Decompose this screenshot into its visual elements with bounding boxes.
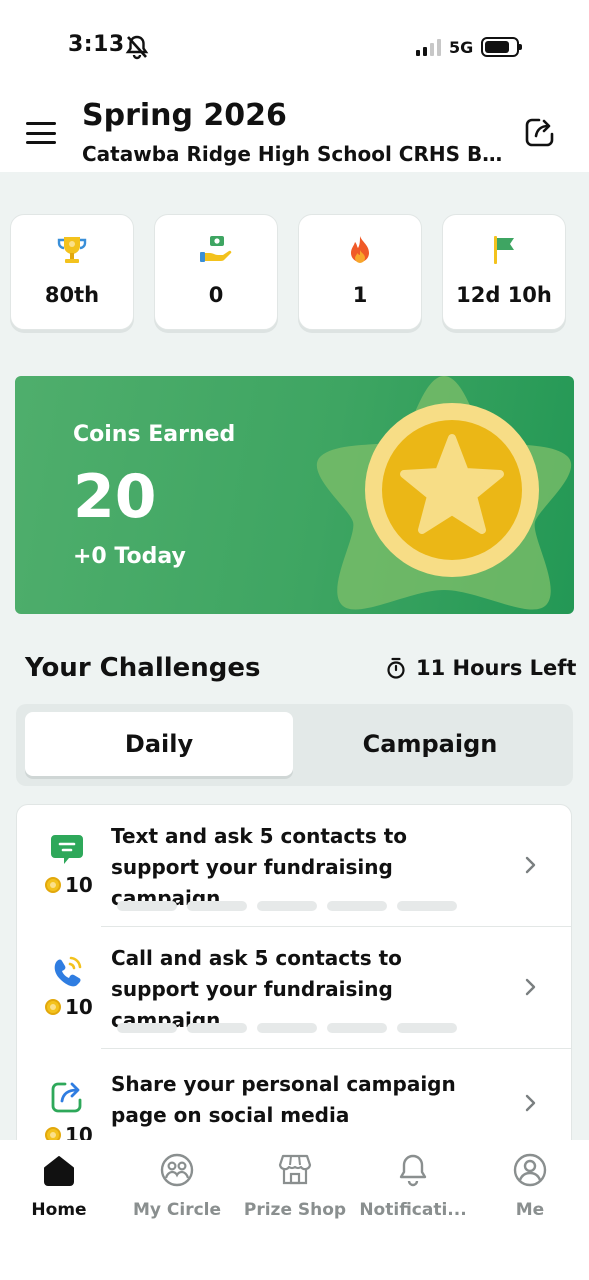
main-content: 80th 0 1 12d 10h Coins Earned 20 +0 Toda… [0, 172, 589, 1140]
time-left-label: 11 Hours Left [416, 656, 577, 680]
school-name: Catawba Ridge High School CRHS BE... [82, 142, 512, 166]
profile-icon [513, 1153, 547, 1187]
network-label: 5G [449, 37, 474, 57]
tab-me[interactable]: Me [471, 1152, 589, 1220]
points-value: 10 [65, 1123, 93, 1140]
chevron-right-icon [525, 1094, 536, 1112]
header: Spring 2026 Catawba Ridge High School CR… [0, 92, 589, 172]
challenge-list: 10 Text and ask 5 contacts to support yo… [16, 804, 572, 1140]
challenge-progress [117, 901, 457, 911]
text-message-icon [51, 835, 83, 864]
chevron-right-icon [525, 856, 536, 874]
challenge-points: 10 [45, 873, 93, 897]
coins-earned-value: 20 [73, 462, 157, 532]
battery-icon [481, 37, 523, 57]
phone-call-icon [54, 956, 82, 987]
status-time: 3:13 [68, 32, 125, 57]
tab-campaign[interactable]: Campaign [296, 712, 564, 776]
points-value: 10 [65, 873, 93, 897]
tab-label: Home [31, 1200, 87, 1220]
stat-card-time-left[interactable]: 12d 10h [442, 214, 566, 330]
stat-time-left-value: 12d 10h [456, 283, 552, 307]
points-value: 10 [65, 995, 93, 1019]
star-coin-icon [316, 376, 572, 610]
challenge-tabs: Daily Campaign [16, 704, 573, 786]
chevron-right-icon [525, 978, 536, 996]
challenge-points: 10 [45, 1123, 93, 1140]
share-icon [51, 1082, 82, 1113]
time-left: 11 Hours Left [386, 656, 576, 680]
stat-card-streak[interactable]: 1 [298, 214, 422, 330]
challenge-item-text[interactable]: 10 Text and ask 5 contacts to support yo… [17, 805, 571, 927]
challenge-progress [117, 1023, 457, 1033]
share-icon[interactable] [522, 114, 558, 150]
tab-label: Me [515, 1200, 545, 1220]
trophy-icon [57, 237, 87, 263]
stat-rank-value: 80th [44, 283, 100, 307]
page-title: Spring 2026 [82, 98, 287, 133]
status-indicators: 5G [416, 36, 523, 58]
stat-card-rank[interactable]: 80th [10, 214, 134, 330]
coins-earned-label: Coins Earned [73, 422, 236, 447]
status-bar: 3:13 5G [0, 0, 589, 92]
tab-home[interactable]: Home [0, 1152, 118, 1220]
hand-money-icon [200, 236, 232, 262]
coins-today: +0 Today [73, 544, 186, 569]
challenge-text: Share your personal campaign page on soc… [111, 1072, 456, 1127]
stat-donations-value: 0 [208, 283, 224, 307]
tab-prize-shop[interactable]: Prize Shop [236, 1152, 354, 1220]
tab-my-circle[interactable]: My Circle [118, 1152, 236, 1220]
tab-label: Notificati... [359, 1200, 467, 1220]
tab-daily[interactable]: Daily [25, 712, 293, 776]
flame-icon [351, 236, 369, 263]
coin-icon [45, 999, 61, 1015]
challenge-item-share[interactable]: 10 Share your personal campaign page on … [17, 1049, 571, 1140]
bottom-tab-bar: Home My Circle Prize Shop Notificati... [0, 1140, 589, 1280]
challenge-points: 10 [45, 995, 93, 1019]
tab-label: My Circle [132, 1200, 222, 1220]
shop-icon [278, 1154, 312, 1185]
tab-notifications[interactable]: Notificati... [354, 1152, 472, 1220]
flag-icon [494, 236, 514, 264]
challenges-title: Your Challenges [25, 653, 261, 683]
coins-earned-card: Coins Earned 20 +0 Today [15, 376, 574, 614]
bell-icon [399, 1154, 427, 1187]
circle-people-icon [160, 1153, 194, 1187]
tab-label: Prize Shop [243, 1200, 347, 1220]
home-icon [44, 1156, 74, 1186]
signal-icon [416, 38, 441, 56]
stat-card-donations[interactable]: 0 [154, 214, 278, 330]
stats-row: 80th 0 1 12d 10h [10, 214, 580, 332]
coin-icon [45, 1127, 61, 1140]
coin-icon [45, 877, 61, 893]
challenge-item-call[interactable]: 10 Call and ask 5 contacts to support yo… [17, 927, 571, 1049]
stat-streak-value: 1 [352, 283, 368, 307]
hamburger-icon[interactable] [26, 122, 56, 144]
stopwatch-icon [387, 657, 405, 679]
bell-slash-icon [125, 35, 149, 60]
